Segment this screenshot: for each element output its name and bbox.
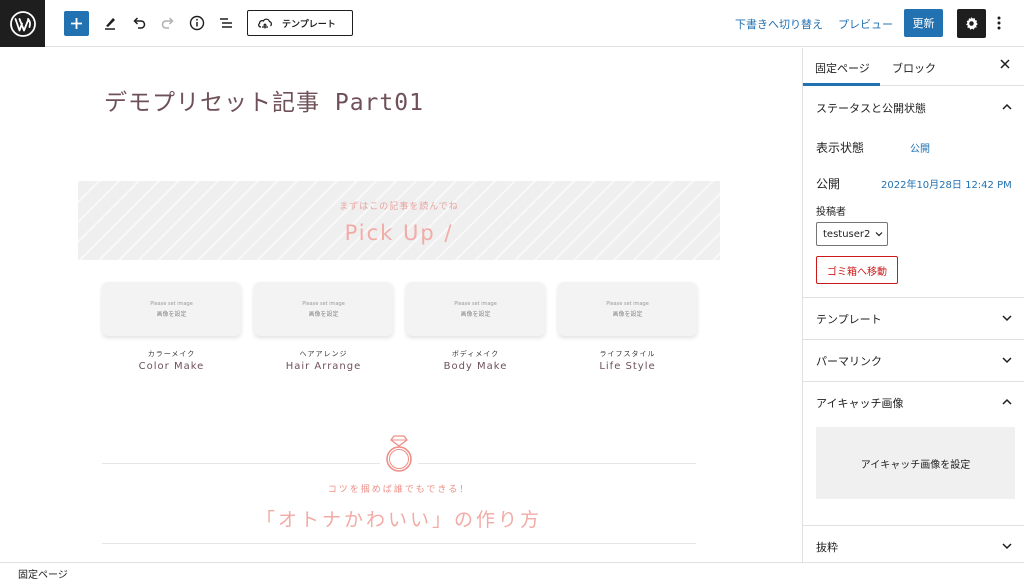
- pickup-title[interactable]: Pick Up /: [78, 221, 720, 245]
- publish-date-button[interactable]: 2022年10月28日 12:42 PM: [881, 176, 1012, 191]
- publish-label: 公開: [816, 177, 841, 191]
- info-icon: [189, 15, 205, 31]
- card-label-en[interactable]: Body Make: [406, 361, 545, 372]
- card-placeholder-text: Please set image: [302, 301, 345, 307]
- card-label-jp[interactable]: ボディメイク: [406, 349, 545, 359]
- template-panel-toggle[interactable]: テンプレート: [803, 297, 1024, 340]
- template-panel-title: テンプレート: [816, 312, 882, 326]
- permalink-panel-toggle[interactable]: パーマリンク: [803, 339, 1024, 382]
- preview-button[interactable]: プレビュー: [838, 16, 893, 32]
- redo-button[interactable]: [158, 13, 178, 33]
- undo-button[interactable]: [129, 13, 149, 33]
- tab-block[interactable]: ブロック: [892, 60, 936, 76]
- template-icon: [258, 18, 272, 29]
- section-subtitle[interactable]: コツを掴めば誰でもできる！: [0, 482, 798, 495]
- card-placeholder-text-jp: 画像を設定: [156, 311, 187, 318]
- update-button[interactable]: 更新: [904, 9, 943, 37]
- author-label: 投稿者: [816, 207, 846, 218]
- excerpt-panel-toggle[interactable]: 抜粋: [803, 525, 1024, 562]
- card-placeholder-text-jp: 画像を設定: [612, 311, 643, 318]
- list-view-icon: [220, 18, 232, 28]
- set-featured-image-button[interactable]: アイキャッチ画像を設定: [816, 427, 1015, 499]
- status-panel-toggle[interactable]: ステータスと公開状態: [803, 86, 1024, 129]
- sidebar-tabs: 固定ページ ブロック: [803, 48, 1024, 86]
- editor-canvas[interactable]: デモプリセット記事 Part01 まずはこの記事を読んでね Pick Up / …: [0, 48, 802, 562]
- card-placeholder-text-jp: 画像を設定: [308, 311, 339, 318]
- card-label-en[interactable]: Hair Arrange: [254, 361, 393, 372]
- redo-icon: [161, 17, 174, 29]
- pen-icon: [105, 18, 115, 30]
- move-to-trash-button[interactable]: ゴミ箱へ移動: [816, 256, 898, 284]
- status-panel-title: ステータスと公開状態: [816, 101, 926, 115]
- ring-icon: [386, 435, 412, 472]
- section-divider-bottom: [102, 543, 696, 544]
- card-placeholder-text: Please set image: [606, 301, 649, 307]
- gear-icon: [966, 16, 978, 30]
- featured-image-panel-title: アイキャッチ画像: [816, 396, 904, 410]
- list-view-button[interactable]: [216, 13, 236, 33]
- section-title[interactable]: 「オトナかわいい」の作り方: [0, 505, 798, 532]
- chevron-up-icon: [1002, 398, 1012, 405]
- ring-icon-wrap: [380, 433, 418, 475]
- add-block-button[interactable]: [64, 11, 89, 36]
- visibility-label: 表示状態: [816, 141, 865, 155]
- excerpt-panel-title: 抜粋: [816, 540, 838, 554]
- close-sidebar-button[interactable]: [999, 58, 1011, 74]
- pickup-subtitle[interactable]: まずはこの記事を読んでね: [78, 199, 720, 212]
- editor-footer: 固定ページ: [0, 562, 1024, 579]
- options-button[interactable]: [992, 13, 1006, 33]
- card-label-jp[interactable]: ヘアアレンジ: [254, 349, 393, 359]
- wordpress-logo[interactable]: [0, 0, 45, 47]
- permalink-panel-title: パーマリンク: [816, 354, 882, 368]
- plus-icon: [71, 18, 82, 29]
- details-button[interactable]: [187, 13, 207, 33]
- tab-page[interactable]: 固定ページ: [815, 60, 870, 76]
- category-card-image[interactable]: Please set image 画像を設定: [558, 282, 697, 336]
- tools-button[interactable]: [100, 13, 120, 33]
- card-label-jp[interactable]: カラーメイク: [102, 349, 241, 359]
- card-label-jp[interactable]: ライフスタイル: [558, 349, 697, 359]
- card-placeholder-text: Please set image: [150, 301, 193, 307]
- close-icon: [1000, 59, 1010, 69]
- chevron-down-icon: [1002, 543, 1012, 550]
- category-card-image[interactable]: Please set image 画像を設定: [406, 282, 545, 336]
- chevron-down-icon: [1002, 357, 1012, 364]
- undo-icon: [133, 17, 146, 29]
- featured-image-panel-toggle[interactable]: アイキャッチ画像: [803, 381, 1024, 424]
- category-card-image[interactable]: Please set image 画像を設定: [254, 282, 393, 336]
- post-title[interactable]: デモプリセット記事 Part01: [104, 83, 424, 117]
- visibility-value-button[interactable]: 公開: [910, 140, 930, 155]
- card-label-en[interactable]: Color Make: [102, 361, 241, 372]
- card-label-en[interactable]: Life Style: [558, 361, 697, 372]
- author-select[interactable]: testuser2: [816, 222, 888, 246]
- author-select-value: testuser2: [823, 228, 871, 240]
- category-card-image[interactable]: Please set image 画像を設定: [102, 282, 241, 336]
- chevron-down-icon: [1002, 315, 1012, 322]
- template-button[interactable]: テンプレート: [247, 10, 353, 36]
- chevron-down-icon: [875, 232, 883, 237]
- settings-sidebar: 固定ページ ブロック ステータスと公開状態 表示状態 公開 公開 2022年10…: [802, 48, 1024, 562]
- pickup-banner[interactable]: まずはこの記事を読んでね Pick Up /: [78, 181, 720, 260]
- switch-to-draft-button[interactable]: 下書きへ切り替え: [735, 16, 823, 32]
- card-placeholder-text-jp: 画像を設定: [460, 311, 491, 318]
- chevron-up-icon: [1002, 103, 1012, 110]
- template-button-label: テンプレート: [282, 19, 336, 30]
- block-editor: テンプレート 下書きへ切り替え プレビュー 更新 デモプリセット記事 Part0…: [0, 0, 1024, 579]
- wordpress-icon: [9, 10, 36, 37]
- settings-button[interactable]: [957, 9, 986, 38]
- breadcrumb[interactable]: 固定ページ: [18, 566, 68, 579]
- more-icon: [997, 16, 1001, 30]
- editor-toolbar: テンプレート 下書きへ切り替え プレビュー 更新: [0, 0, 1024, 47]
- card-placeholder-text: Please set image: [454, 301, 497, 307]
